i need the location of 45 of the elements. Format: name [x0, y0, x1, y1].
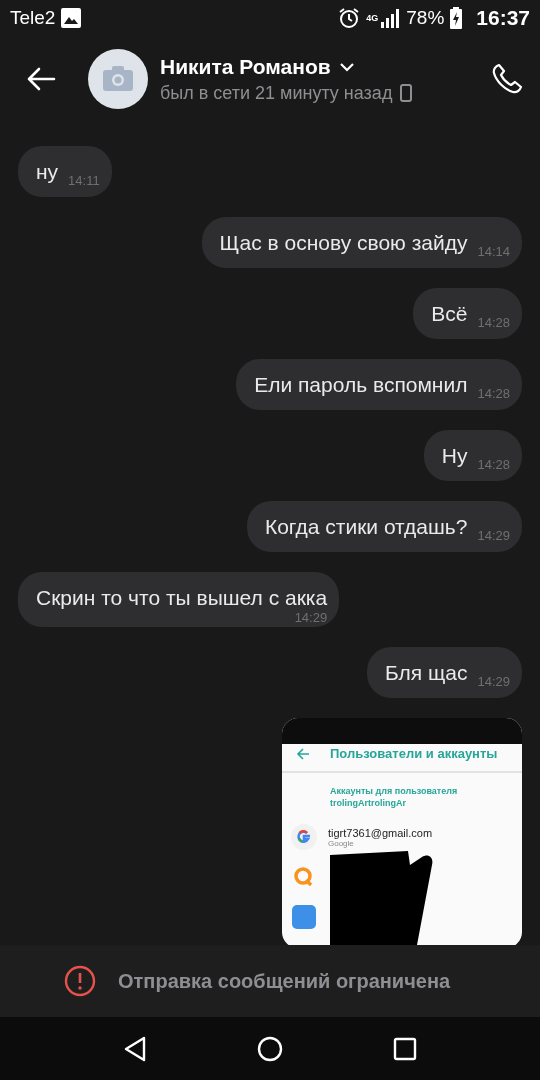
back-icon[interactable]	[123, 1035, 147, 1062]
phone-device-icon	[400, 84, 413, 102]
last-seen-status: был в сети 21 минуту назад	[160, 82, 393, 104]
section-heading: Аккаунты для пользователя	[330, 785, 459, 797]
image-icon	[61, 8, 82, 28]
message-text: Бля щас	[385, 661, 468, 685]
message-text: Всё	[431, 302, 468, 326]
message-time: 14:28	[477, 457, 510, 472]
message-time: 14:28	[477, 315, 510, 330]
home-icon[interactable]	[257, 1035, 283, 1062]
battery-icon	[450, 7, 463, 29]
account-email: tigrt7361@gmail.com	[328, 826, 433, 839]
google-icon	[290, 823, 318, 851]
screen-title: Пользователи и аккаунты	[330, 746, 498, 761]
chevron-down-icon[interactable]	[338, 61, 355, 72]
restriction-text: Отправка сообщений ограничена	[118, 969, 451, 993]
message-text: Щас в основу свою зайду	[219, 231, 468, 255]
message-time: 14:29	[477, 528, 510, 543]
message-time: 14:11	[68, 173, 100, 188]
recents-icon[interactable]	[393, 1036, 417, 1061]
carrier-name: Tele2	[10, 7, 56, 29]
contact-name[interactable]: Никита Романов	[160, 54, 331, 79]
message-time: 14:29	[477, 674, 510, 689]
clock-time: 16:37	[476, 6, 530, 30]
avatar-camera-icon[interactable]	[88, 49, 148, 109]
message-time: 14:29	[294, 610, 328, 625]
message-text: ну	[36, 160, 59, 184]
message-text: Ну	[441, 444, 468, 468]
app-icon	[290, 903, 318, 931]
section-heading: trolingArtrolingAr	[330, 797, 407, 809]
call-icon[interactable]	[490, 62, 524, 96]
alarm-icon	[338, 7, 361, 29]
back-arrow-icon	[296, 747, 310, 760]
signal-icon	[380, 8, 401, 28]
message-time: 14:14	[477, 244, 510, 259]
network-type: 4G	[366, 13, 379, 23]
warning-icon	[64, 965, 96, 997]
message-text: Скрин то что ты вышел с акка	[36, 586, 328, 610]
message-time: 14:28	[477, 386, 510, 401]
message-text: Когда стики отдашь?	[264, 515, 468, 539]
battery-percent: 78%	[406, 7, 445, 29]
screenshot-attachment[interactable]: Пользователи и аккаунты Аккаунты для пользователя trolingArtrolingAr tigrt7361@gmail.com Google	[282, 718, 522, 945]
back-arrow-icon[interactable]	[26, 67, 56, 91]
message-text: Ели пароль вспомнил	[254, 373, 468, 397]
account-provider: Google	[328, 838, 354, 848]
